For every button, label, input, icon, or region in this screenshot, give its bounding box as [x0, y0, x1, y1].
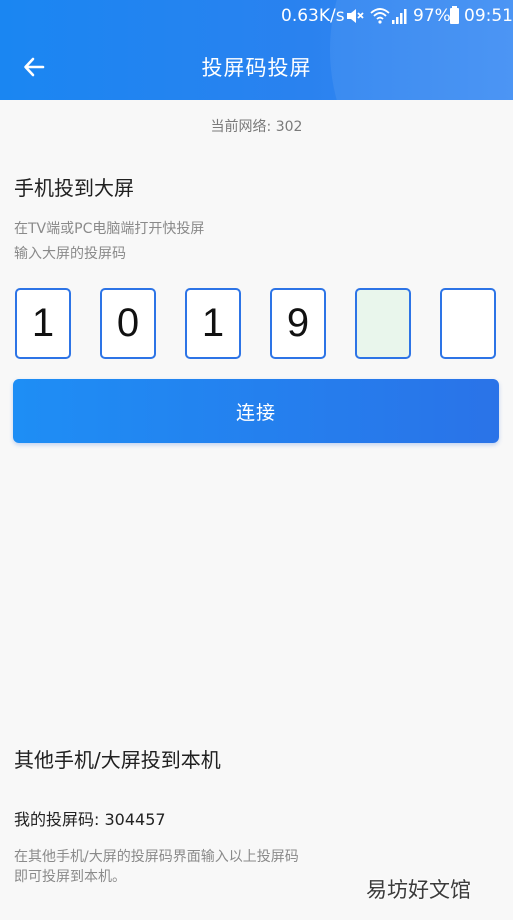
receive-hint-line1: 在其他手机/大屏的投屏码界面输入以上投屏码 — [14, 849, 299, 865]
clock: 09:51 — [464, 6, 513, 26]
code-digit-3[interactable]: 1 — [185, 288, 241, 359]
watermark: 易坊好文馆 — [366, 878, 471, 902]
code-digit-1[interactable]: 1 — [15, 288, 71, 359]
network-label: 当前网络: 302 — [210, 119, 303, 135]
battery-icon — [450, 6, 459, 24]
battery-percent: 97% — [413, 6, 451, 26]
code-digit-4[interactable]: 9 — [270, 288, 326, 359]
cast-section-title: 手机投到大屏 — [14, 176, 134, 200]
app-header: 0.63K/s 97% 09:51 投屏码投屏 — [0, 0, 513, 100]
code-digit-5[interactable] — [355, 288, 411, 359]
wifi-icon — [370, 8, 390, 24]
page-title: 投屏码投屏 — [201, 56, 312, 80]
receive-hint-line2: 即可投屏到本机。 — [14, 869, 126, 885]
network-speed: 0.63K/s — [281, 6, 345, 26]
connect-button[interactable]: 连接 — [13, 379, 499, 443]
receive-section-title: 其他手机/大屏投到本机 — [14, 748, 221, 772]
cast-hint-line2: 输入大屏的投屏码 — [14, 246, 126, 262]
my-cast-code: 我的投屏码: 304457 — [14, 810, 166, 829]
code-digit-6[interactable] — [440, 288, 496, 359]
code-digit-2[interactable]: 0 — [100, 288, 156, 359]
status-bar: 0.63K/s 97% 09:51 — [0, 0, 513, 32]
cast-hint-line1: 在TV端或PC电脑端打开快投屏 — [14, 221, 205, 237]
signal-icon — [392, 9, 407, 24]
mute-icon — [347, 9, 364, 23]
